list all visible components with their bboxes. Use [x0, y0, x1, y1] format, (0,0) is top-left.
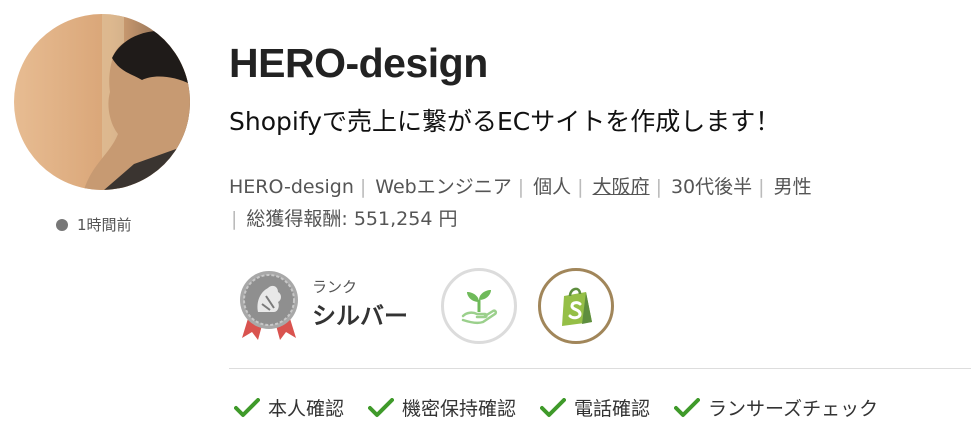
profile-name: HERO-design	[229, 40, 488, 86]
verification-label: 本人確認	[268, 398, 345, 420]
verification-item: ランサーズチェック	[674, 394, 878, 421]
seedling-icon	[461, 290, 498, 325]
meta-separator: |	[359, 176, 367, 198]
meta-gender: 男性	[773, 176, 812, 198]
last-login-status: 1時間前	[56, 214, 132, 235]
verification-item: 本人確認	[234, 394, 344, 421]
checkmark-icon	[674, 397, 701, 417]
verification-item: 電話確認	[540, 394, 650, 421]
checkmark-icon	[234, 397, 260, 417]
meta-separator: |	[758, 176, 765, 198]
avatar	[14, 14, 190, 190]
meta-separator: |	[517, 176, 525, 198]
meta-prefecture-link[interactable]: 大阪府	[593, 176, 650, 198]
meta-separator: |	[577, 176, 584, 198]
avatar-photo	[14, 14, 190, 190]
meta-separator: |	[655, 176, 662, 198]
meta-line-2: | 総獲得報酬: 551,254 円	[229, 203, 949, 235]
seedling-badge[interactable]	[441, 268, 517, 344]
checkmark-icon	[540, 397, 567, 417]
profile-catchphrase: Shopifyで売上に繋がるECサイトを作成します！	[229, 107, 781, 136]
verification-label: 機密保持確認	[402, 398, 517, 420]
verification-list: 本人確認 機密保持確認 電話確認 ランサーズチェック	[234, 394, 878, 421]
section-divider	[229, 368, 971, 369]
profile-meta: HERO-design | Webエンジニア | 個人 | 大阪府 | 30代後半 | 男性 | 総獲…	[229, 171, 949, 235]
verification-item: 機密保持確認	[368, 394, 516, 421]
verification-label: ランサーズチェック	[708, 398, 879, 420]
rank-label: ランク	[312, 278, 358, 296]
silver-medal-icon	[240, 271, 298, 340]
shopify-badge[interactable]	[538, 268, 614, 344]
rank-section[interactable]: ランク シルバー	[236, 268, 408, 342]
shopify-icon	[562, 287, 592, 326]
verification-label: 電話確認	[574, 398, 651, 420]
meta-age: 30代後半	[670, 176, 753, 198]
rank-text: ランク シルバー	[312, 277, 408, 333]
rank-value: シルバー	[312, 302, 408, 330]
status-dot	[56, 218, 68, 231]
last-login-text: 1時間前	[77, 216, 132, 234]
meta-type: 個人	[533, 176, 572, 198]
meta-earnings: 総獲得報酬: 551,254 円	[246, 208, 458, 230]
checkmark-icon	[368, 397, 395, 417]
meta-username: HERO-design	[229, 176, 354, 198]
meta-separator: |	[231, 208, 238, 230]
meta-occupation: Webエンジニア	[375, 176, 512, 198]
